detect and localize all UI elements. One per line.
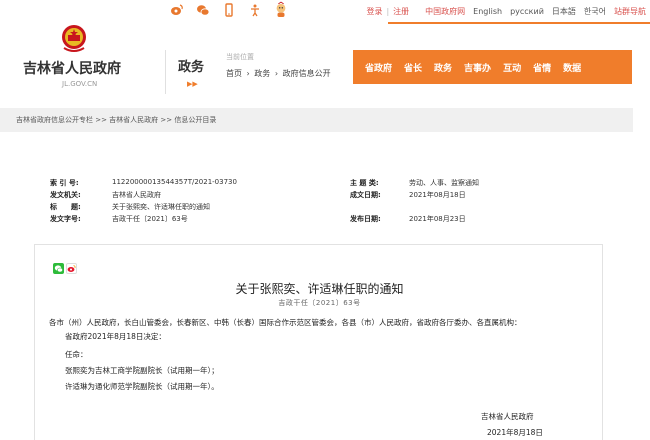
meta-row: 标 题: 关于张熙奕、许适琳任职的通知 [20,202,620,214]
weibo-share-icon[interactable] [66,263,77,274]
info-disclosure-breadcrumb-bar: 吉林省政府信息公开专栏 >> 吉林省人民政府 >> 信息公开目录 [0,108,633,132]
nav-item-affairs[interactable]: 政务 [434,61,452,74]
document-paragraph: 许适琳为通化师范学院副院长（试用期一年）。 [65,382,219,391]
document-addressee: 各市（州）人民政府，长白山管委会，长春新区、中韩（长春）国际合作示范区管委会，各… [49,318,522,327]
site-header: 吉林省人民政府 JL.GOV.CN 政务 ▶▶ 当前位置 首页 › 政务 › 政… [0,24,650,100]
breadcrumb-info-disclosure[interactable]: 政府信息公开 [283,69,331,78]
breadcrumb-home[interactable]: 首页 [226,69,242,78]
nav-item-provincial-gov[interactable]: 省政府 [365,61,392,74]
current-location-label: 当前位置 [226,53,254,61]
top-links: 登录 | 注册 中国政府网 English русский 日本語 한국어 站群… [358,6,646,17]
issuing-org-value: 吉林省人民政府 [112,191,161,199]
mascot-icon[interactable] [274,1,288,17]
document-meta-table: 索 引 号: 11220000013544357T/2021-03730 主 题… [20,170,620,226]
category-label: 主 题 类: [350,179,379,187]
nav-item-jishiban[interactable]: 吉事办 [464,61,491,74]
document-number: 吉政干任〔2021〕63号 [278,299,361,307]
published-date-value: 2021年08月23日 [409,215,466,223]
login-divider: | [386,7,390,16]
issuing-org-label: 发文机关: [50,191,81,199]
accessibility-icon[interactable] [248,3,262,17]
meta-row: 发文机关: 吉林省人民政府 成文日期: 2021年08月18日 [20,190,620,202]
document-paragraph: 省政府2021年8月18日决定： [65,332,166,341]
nav-item-interaction[interactable]: 互动 [503,61,521,74]
index-number-value: 11220000013544357T/2021-03730 [112,178,237,186]
lang-japanese-link[interactable]: 日本語 [552,6,576,17]
gov-cn-link[interactable]: 中国政府网 [425,6,465,17]
lang-korean-link[interactable]: 한국어 [584,6,606,17]
meta-row: 索 引 号: 11220000013544357T/2021-03730 主 题… [20,178,620,190]
main-nav: 省政府 省长 政务 吉事办 互动 省情 数据 [353,50,632,84]
nav-item-province-info[interactable]: 省情 [533,61,551,74]
national-emblem-icon[interactable] [60,24,88,54]
channel-title: 政务 [178,60,205,75]
lang-english-link[interactable]: English [473,7,502,16]
meta-row: 发文字号: 吉政干任〔2021〕63号 发布日期: 2021年08月23日 [20,214,620,226]
title-label: 标 题: [50,203,81,211]
category-value: 劳动、人事、监察通知 [409,179,479,187]
nav-item-data[interactable]: 数据 [563,61,581,74]
site-domain: JL.GOV.CN [62,80,98,88]
published-date-label: 发布日期: [350,215,381,223]
register-link[interactable]: 注册 [393,6,409,17]
written-date-value: 2021年08月18日 [409,191,466,199]
doc-number-value: 吉政干任〔2021〕63号 [112,215,188,223]
wechat-icon[interactable] [196,3,210,17]
weibo-icon[interactable] [170,3,184,17]
document-content: 关于张熙奕、许适琳任职的通知 吉政干任〔2021〕63号 各市（州）人民政府，长… [34,244,603,440]
nav-item-governor[interactable]: 省长 [404,61,422,74]
document-sign-date: 2021年8月18日 [487,428,543,437]
breadcrumb-separator: › [274,69,279,78]
title-value: 关于张熙奕、许适琳任职的通知 [112,203,210,211]
top-utility-bar: 登录 | 注册 中国政府网 English русский 日本語 한국어 站群… [0,0,650,24]
channel-arrows-icon: ▶▶ [187,80,198,88]
site-title[interactable]: 吉林省人民政府 [23,58,121,78]
info-disclosure-breadcrumb[interactable]: 吉林省政府信息公开专栏 >> 吉林省人民政府 >> 信息公开目录 [16,115,216,125]
lang-russian-link[interactable]: русский [510,7,544,16]
header-breadcrumb: 首页 › 政务 › 政府信息公开 [226,68,333,79]
document-paragraph: 任命： [65,350,88,359]
share-bar [53,263,77,274]
breadcrumb-separator: › [246,69,250,78]
wechat-share-icon[interactable] [53,263,64,274]
login-link[interactable]: 登录 [366,6,382,17]
site-group-nav-link[interactable]: 站群导航 [614,6,646,17]
document-title: 关于张熙奕、许适琳任职的通知 [235,282,404,296]
document-signer: 吉林省人民政府 [481,412,534,421]
doc-number-label: 发文字号: [50,215,81,223]
document-paragraph: 张熙奕为吉林工商学院副院长（试用期一年）； [65,366,219,375]
written-date-label: 成文日期: [350,191,381,199]
top-icon-group [170,1,288,17]
mobile-icon[interactable] [222,3,236,17]
header-divider [165,50,166,94]
breadcrumb-affairs[interactable]: 政务 [254,69,270,78]
index-number-label: 索 引 号: [50,179,79,187]
